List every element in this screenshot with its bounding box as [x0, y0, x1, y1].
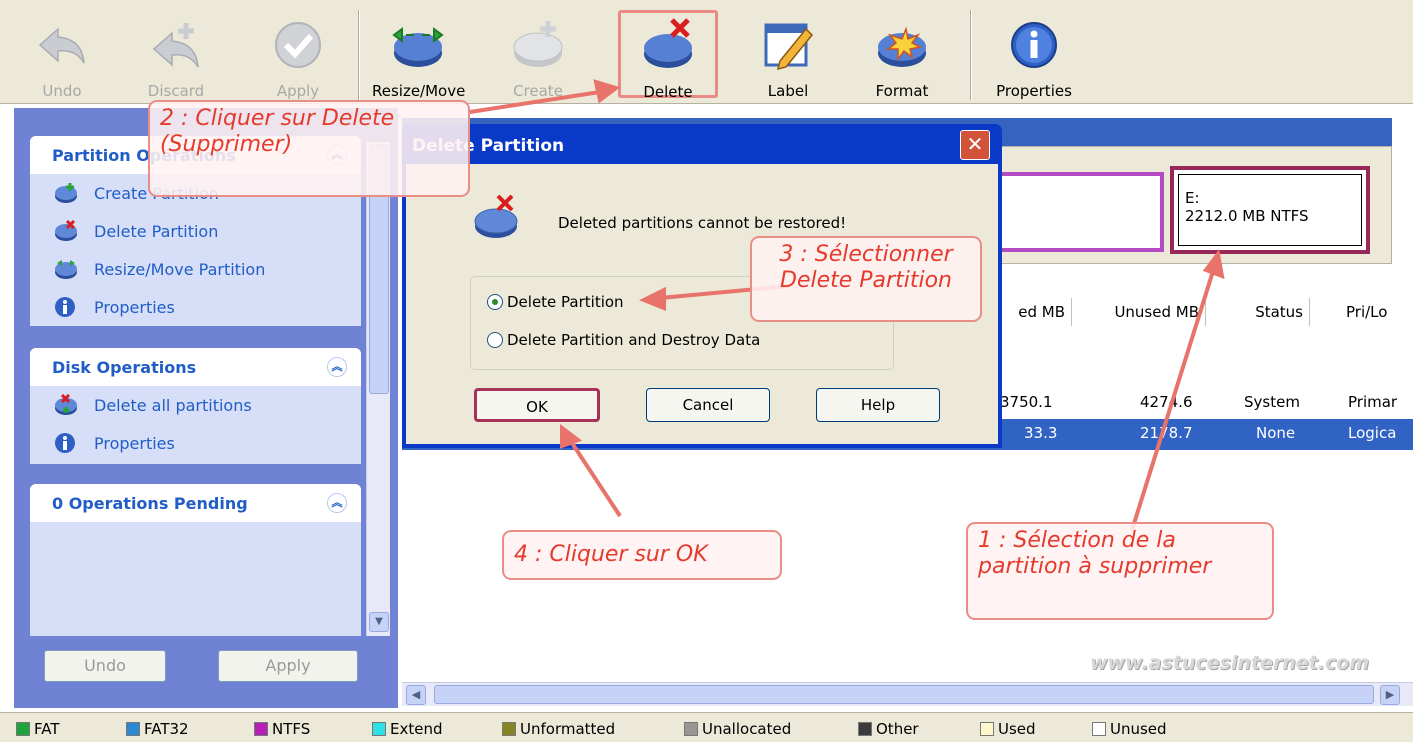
scrollbar-thumb[interactable] [434, 685, 1374, 704]
legend-item: Used [980, 720, 1036, 738]
scroll-right-arrow-icon[interactable]: ▶ [1380, 685, 1400, 705]
delete-partition-icon [54, 219, 80, 242]
cell-unused: 2178.7 [1140, 424, 1193, 442]
delete-button[interactable]: Delete [618, 10, 718, 101]
horizontal-scrollbar[interactable]: ◀ ▶ [402, 682, 1413, 706]
legend-item: Extend [372, 720, 443, 738]
ok-button[interactable]: OK [474, 388, 600, 422]
cancel-button[interactable]: Cancel [646, 388, 770, 422]
label-button[interactable]: Label [748, 8, 828, 100]
create-partition-icon [54, 182, 80, 204]
legend-swatch [858, 722, 872, 736]
pending-operations-box: 0 Operations Pending ︽ [30, 484, 361, 636]
radio-delete-and-destroy[interactable]: Delete Partition and Destroy Data [487, 331, 760, 349]
cell-status: System [1244, 393, 1300, 411]
annotation-step-4: 4 : Cliquer sur OK [502, 530, 782, 580]
vertical-scrollbar[interactable]: ▼ [366, 142, 390, 636]
task-panel: Partition Operations ︽ Create Partition … [14, 108, 398, 708]
column-header-unused[interactable]: Unused MB [1076, 298, 1206, 326]
resize-move-button[interactable]: Resize/Move [372, 8, 465, 100]
delete-disk-icon [638, 17, 698, 75]
delete-disk-icon [472, 194, 522, 248]
legend-item: Other [858, 720, 919, 738]
legend-item: Unused [1092, 720, 1167, 738]
legend-item: NTFS [254, 720, 310, 738]
column-header-type[interactable]: Pri/Lo [1314, 298, 1413, 326]
partition-block-ntfs[interactable] [998, 172, 1164, 252]
task-resize-move-partition[interactable]: Resize/Move Partition [30, 250, 361, 288]
legend-swatch [502, 722, 516, 736]
resize-disk-icon [388, 16, 448, 74]
collapse-chevron-icon[interactable]: ︽ [327, 493, 347, 513]
apply-button[interactable]: Apply [258, 8, 338, 100]
legend-swatch [126, 722, 140, 736]
disk-operations-box: Disk Operations ︽ Delete all partitions … [30, 348, 361, 464]
scroll-left-arrow-icon[interactable]: ◀ [406, 685, 426, 705]
info-icon [54, 296, 80, 318]
undo-panel-button[interactable]: Undo [44, 650, 166, 682]
undo-button[interactable]: Undo [22, 8, 102, 100]
cell-status: None [1256, 424, 1296, 442]
column-header-used[interactable]: ed MB [1000, 298, 1072, 326]
create-button[interactable]: Create [498, 8, 578, 100]
legend-item: Unformatted [502, 720, 615, 738]
legend-item: FAT32 [126, 720, 189, 738]
info-icon [1004, 16, 1064, 74]
cell-type: Logica [1348, 424, 1397, 442]
format-button[interactable]: Format [862, 8, 942, 100]
legend-bar: FAT FAT32 NTFS Extend Unformatted Unallo… [0, 712, 1413, 742]
scroll-down-arrow-icon[interactable]: ▼ [369, 612, 389, 632]
radio-unselected-icon [487, 332, 503, 348]
column-header-status[interactable]: Status [1210, 298, 1310, 326]
cell-unused: 4274.6 [1140, 393, 1193, 411]
legend-swatch [254, 722, 268, 736]
cell-used: 3750.1 [1000, 393, 1053, 411]
format-disk-icon [872, 16, 932, 74]
resize-partition-icon [54, 258, 80, 280]
legend-swatch [684, 722, 698, 736]
annotation-step-3: 3 : Sélectionner Delete Partition [750, 236, 982, 322]
collapse-chevron-icon[interactable]: ︽ [327, 357, 347, 377]
task-properties[interactable]: Properties [30, 288, 361, 326]
toolbar-separator [970, 10, 972, 100]
toolbar-separator [358, 10, 360, 100]
disk-operations-header[interactable]: Disk Operations ︽ [30, 348, 361, 386]
help-button[interactable]: Help [816, 388, 940, 422]
dialog-message: Deleted partitions cannot be restored! [558, 214, 847, 232]
partition-block-selected[interactable]: E: 2212.0 MB NTFS [1170, 166, 1370, 254]
legend-item: Unallocated [684, 720, 791, 738]
legend-item: FAT [16, 720, 60, 738]
radio-selected-icon [487, 294, 503, 310]
checkmark-icon [268, 16, 328, 74]
cell-used: 33.3 [1024, 424, 1058, 442]
info-icon [54, 432, 80, 454]
pending-operations-header[interactable]: 0 Operations Pending ︽ [30, 484, 361, 522]
legend-swatch [1092, 722, 1106, 736]
partition-info: E: 2212.0 MB NTFS [1178, 174, 1362, 246]
task-delete-all-partitions[interactable]: Delete all partitions [30, 386, 361, 424]
discard-icon [146, 16, 206, 74]
cell-type: Primar [1348, 393, 1398, 411]
task-disk-properties[interactable]: Properties [30, 424, 361, 462]
watermark: www.astucesinternet.com [1090, 652, 1370, 674]
label-pencil-icon [758, 16, 818, 74]
discard-button[interactable]: Discard [136, 8, 216, 100]
delete-all-icon [54, 393, 80, 416]
radio-delete-partition[interactable]: Delete Partition [487, 293, 624, 311]
legend-swatch [372, 722, 386, 736]
annotation-step-2: 2 : Cliquer sur Delete (Supprimer) [148, 100, 470, 197]
annotation-step-1: 1 : Sélection de la partition à supprime… [966, 522, 1274, 620]
apply-panel-button[interactable]: Apply [218, 650, 358, 682]
task-delete-partition[interactable]: Delete Partition [30, 212, 361, 250]
create-disk-icon [508, 16, 568, 74]
close-icon[interactable]: ✕ [960, 130, 990, 160]
toolbar: Undo Discard Apply Resize/Move Create De… [0, 0, 1413, 104]
legend-swatch [980, 722, 994, 736]
legend-swatch [16, 722, 30, 736]
properties-button[interactable]: Properties [984, 8, 1084, 100]
undo-icon [32, 16, 92, 74]
